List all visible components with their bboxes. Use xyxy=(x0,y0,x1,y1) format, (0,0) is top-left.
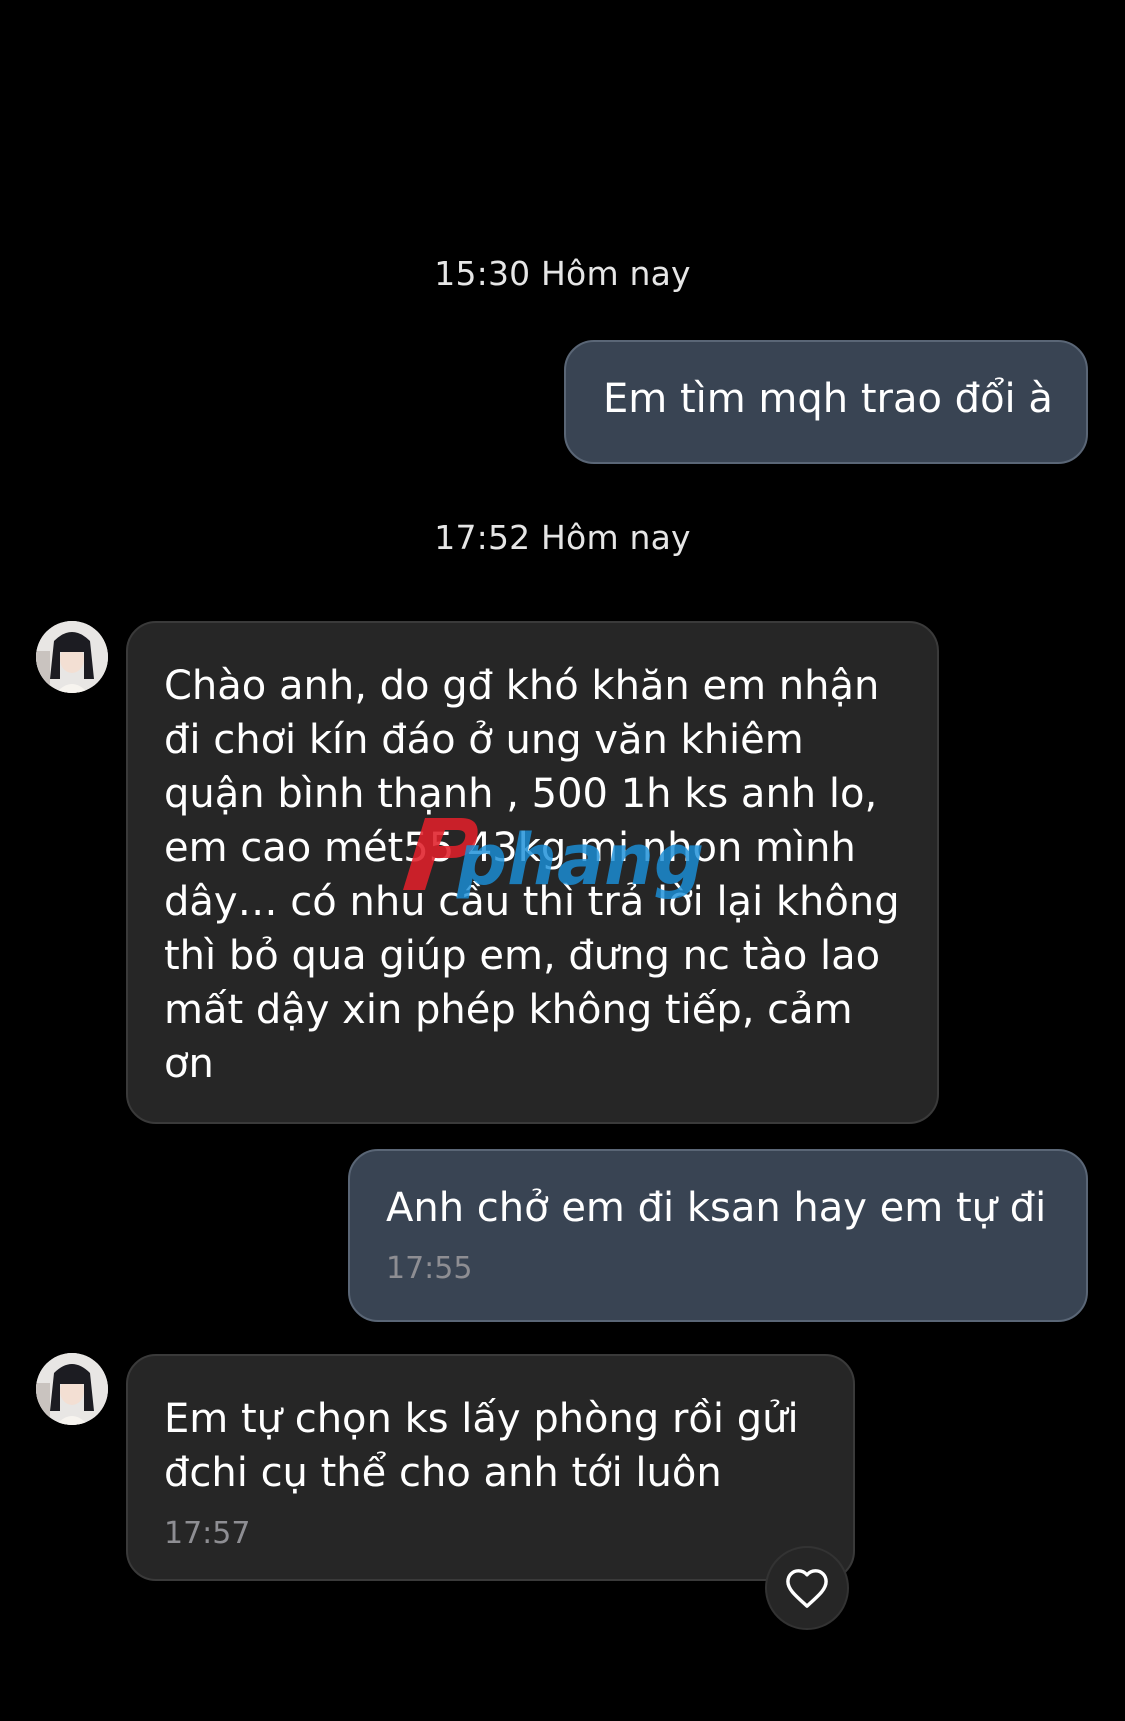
like-button[interactable] xyxy=(765,1546,849,1630)
message-text: Em tự chọn ks lấy phòng rồi gửi đchi cụ … xyxy=(164,1396,799,1496)
message-text: Anh chở em đi ksan hay em tự đi xyxy=(386,1185,1047,1231)
incoming-message[interactable]: Em tự chọn ks lấy phòng rồi gửi đchi cụ … xyxy=(126,1354,855,1581)
message-text: Chào anh, do gđ khó khăn em nhận đi chơi… xyxy=(164,663,900,1087)
avatar[interactable] xyxy=(36,621,108,693)
avatar-image xyxy=(36,621,108,693)
timestamp: 17:52 Hôm nay xyxy=(434,518,691,557)
message-text: Em tìm mqh trao đổi à xyxy=(603,376,1053,422)
message-time: 17:55 xyxy=(386,1251,473,1286)
message-time: 17:57 xyxy=(164,1516,251,1551)
incoming-message[interactable]: Chào anh, do gđ khó khăn em nhận đi chơi… xyxy=(126,621,939,1124)
outgoing-message[interactable]: Em tìm mqh trao đổi à xyxy=(564,340,1088,464)
avatar[interactable] xyxy=(36,1353,108,1425)
avatar-image xyxy=(36,1353,108,1425)
outgoing-message[interactable]: Anh chở em đi ksan hay em tự đi 17:55 xyxy=(348,1149,1088,1322)
heart-outline-icon xyxy=(786,1569,828,1608)
timestamp: 15:30 Hôm nay xyxy=(434,254,691,293)
